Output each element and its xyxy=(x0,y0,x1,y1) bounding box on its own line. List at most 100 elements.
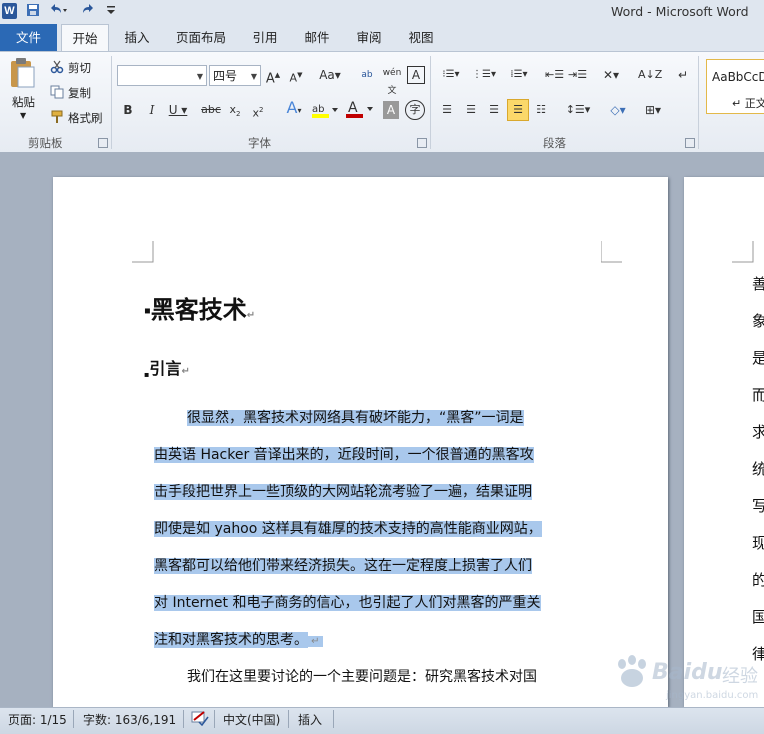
watermark-brand-cn: 经验 xyxy=(722,666,758,687)
paste-dropdown-icon[interactable]: ▼ xyxy=(20,111,26,120)
document-heading[interactable]: ▪引言↵ xyxy=(144,355,190,379)
sort-icon[interactable]: A↓Z xyxy=(638,66,662,84)
change-case-icon[interactable]: Aa▾ xyxy=(318,66,342,84)
margin-corner-mark xyxy=(132,241,154,263)
format-painter-button[interactable]: 格式刷 xyxy=(68,110,103,126)
paragraph-line[interactable]: 对 Internet 和电子商务的信心，也引起了人们对黑客的严重关 xyxy=(154,592,541,614)
save-icon[interactable] xyxy=(26,3,40,20)
paragraph-line[interactable]: 即使是如 yahoo 这样具有雄厚的技术支持的高性能商业网站， xyxy=(154,518,542,540)
window-title: Word - Microsoft Word xyxy=(611,4,749,19)
font-size-combo[interactable]: 四号 ▼ xyxy=(209,65,261,86)
font-name-combo[interactable]: ▼ xyxy=(117,65,207,86)
next-page-char: 而 xyxy=(752,386,764,404)
selected-text: 很显然，黑客技术对网络具有破坏能力，“黑客”一词是 xyxy=(187,410,524,426)
watermark-brand: Baidu xyxy=(652,660,723,685)
shrink-font-icon[interactable]: A▼ xyxy=(288,66,304,88)
selected-text: 注和对黑客技术的思考。 xyxy=(154,632,308,648)
tab-page-layout[interactable]: 页面布局 xyxy=(170,24,232,51)
next-page-char: 是 xyxy=(752,349,764,367)
numbering-icon[interactable]: ⋮☰▾ xyxy=(471,66,497,84)
selected-text: 即使是如 yahoo 这样具有雄厚的技术支持的高性能商业网站， xyxy=(154,521,542,537)
increase-indent-icon[interactable]: ⇥☰ xyxy=(568,66,587,84)
selected-text: 由英语 Hacker 音译出来的，近段时间，一个很普通的黑客攻 xyxy=(154,447,534,463)
word-count[interactable]: 字数: 163/6,191 xyxy=(83,711,176,728)
redo-icon[interactable] xyxy=(80,3,96,20)
tab-home[interactable]: 开始 xyxy=(61,24,109,52)
paragraph-line[interactable]: 由英语 Hacker 音译出来的，近段时间，一个很普通的黑客攻 xyxy=(154,444,534,466)
shading-icon[interactable]: ◇▾ xyxy=(605,101,631,119)
tab-insert[interactable]: 插入 xyxy=(115,24,159,51)
tab-mailings[interactable]: 邮件 xyxy=(296,24,338,51)
svg-text:A: A xyxy=(348,100,358,116)
svg-text:ab: ab xyxy=(312,104,324,115)
align-center-icon[interactable]: ☰ xyxy=(462,101,480,119)
underline-icon[interactable]: U ▾ xyxy=(166,101,190,119)
insert-mode-indicator[interactable]: 插入 xyxy=(298,711,322,728)
undo-icon[interactable] xyxy=(48,3,68,20)
borders-icon[interactable]: ⊞▾ xyxy=(640,101,666,119)
character-shading-icon[interactable]: A xyxy=(383,101,399,119)
bold-icon[interactable]: B xyxy=(120,101,136,119)
text-effects-icon[interactable]: A▾ xyxy=(281,99,307,120)
margin-corner-mark xyxy=(732,241,754,263)
status-divider xyxy=(73,710,74,728)
justify-icon[interactable]: ☰ xyxy=(507,99,529,121)
subscript-icon[interactable]: x2 xyxy=(226,101,244,123)
show-marks-icon[interactable]: ↵ xyxy=(676,66,690,84)
grow-font-icon[interactable]: A▲ xyxy=(265,66,281,88)
copy-icon[interactable] xyxy=(50,85,64,102)
proofing-icon[interactable] xyxy=(190,710,210,729)
font-dialog-launcher-icon[interactable] xyxy=(417,138,427,148)
paragraph-line[interactable]: 击手段把世界上一些顶级的大网站轮流考验了一遍，结果证明 xyxy=(154,481,532,503)
format-painter-icon[interactable] xyxy=(50,110,64,127)
chinese-layout-icon[interactable]: ✕▾ xyxy=(598,66,624,84)
paragraph-line[interactable]: 注和对黑客技术的思考。 ↵ xyxy=(154,629,323,653)
cut-button[interactable]: 剪切 xyxy=(68,60,91,76)
paragraph-line[interactable]: 很显然，黑客技术对网络具有破坏能力，“黑客”一词是 xyxy=(187,407,524,429)
style-normal-thumbnail[interactable]: AaBbCcD ↵ 正文 xyxy=(706,59,764,114)
tab-view[interactable]: 视图 xyxy=(400,24,442,51)
bullets-icon[interactable]: ⁝☰▾ xyxy=(438,66,464,84)
chevron-down-icon: ▼ xyxy=(196,72,203,81)
selected-text: 黑客都可以给他们带来经济损失。这在一定程度上损害了人们 xyxy=(154,558,532,574)
paste-icon[interactable] xyxy=(8,57,38,92)
align-right-icon[interactable]: ☰ xyxy=(485,101,503,119)
tab-references[interactable]: 引用 xyxy=(244,24,286,51)
paragraph-line[interactable]: 黑客都可以给他们带来经济损失。这在一定程度上损害了人们 xyxy=(154,555,532,577)
group-divider xyxy=(430,56,431,149)
clipboard-group-label: 剪贴板 xyxy=(28,136,63,150)
character-border-icon[interactable]: A xyxy=(407,66,425,84)
tab-file[interactable]: 文件 xyxy=(0,24,57,51)
page-count[interactable]: 页面: 1/15 xyxy=(8,711,67,728)
next-page-char: 统 xyxy=(752,460,764,478)
distributed-icon[interactable]: ☷ xyxy=(532,101,550,119)
cut-icon[interactable] xyxy=(50,60,64,77)
clipboard-dialog-launcher-icon[interactable] xyxy=(98,138,108,148)
italic-icon[interactable]: I xyxy=(144,101,160,119)
strikethrough-icon[interactable]: abc xyxy=(200,101,222,119)
next-page-char: 善 xyxy=(752,275,764,293)
decrease-indent-icon[interactable]: ⇤☰ xyxy=(545,66,564,84)
paste-button[interactable]: 粘贴 xyxy=(12,94,35,110)
font-color-icon[interactable]: A xyxy=(345,99,375,122)
enclose-characters-icon[interactable]: 字 xyxy=(405,100,425,120)
paragraph-dialog-launcher-icon[interactable] xyxy=(685,138,695,148)
margin-corner-mark xyxy=(601,241,622,263)
tab-review[interactable]: 审阅 xyxy=(348,24,390,51)
language-indicator[interactable]: 中文(中国) xyxy=(223,711,280,728)
highlight-icon[interactable]: ab xyxy=(311,101,339,122)
document-title[interactable]: ▪黑客技术↵ xyxy=(144,290,255,325)
superscript-icon[interactable]: x2 xyxy=(249,101,267,123)
paragraph-line[interactable]: 我们在这里要讨论的一个主要问题是：研究黑客技术对国 xyxy=(187,666,537,688)
clear-formatting-icon[interactable]: ab xyxy=(358,66,376,84)
align-left-icon[interactable]: ☰ xyxy=(438,101,456,119)
paragraph-group-label: 段落 xyxy=(543,136,566,150)
multilevel-list-icon[interactable]: ⁞☰▾ xyxy=(505,66,533,84)
copy-button[interactable]: 复制 xyxy=(68,85,91,101)
word-app-icon[interactable]: W xyxy=(2,3,17,19)
status-divider xyxy=(183,710,184,728)
next-page-char: 的 xyxy=(752,571,764,589)
phonetic-guide-icon[interactable]: wén 文 xyxy=(382,64,402,100)
line-spacing-icon[interactable]: ↕☰▾ xyxy=(565,101,591,119)
customize-quick-access-icon[interactable] xyxy=(106,3,116,20)
